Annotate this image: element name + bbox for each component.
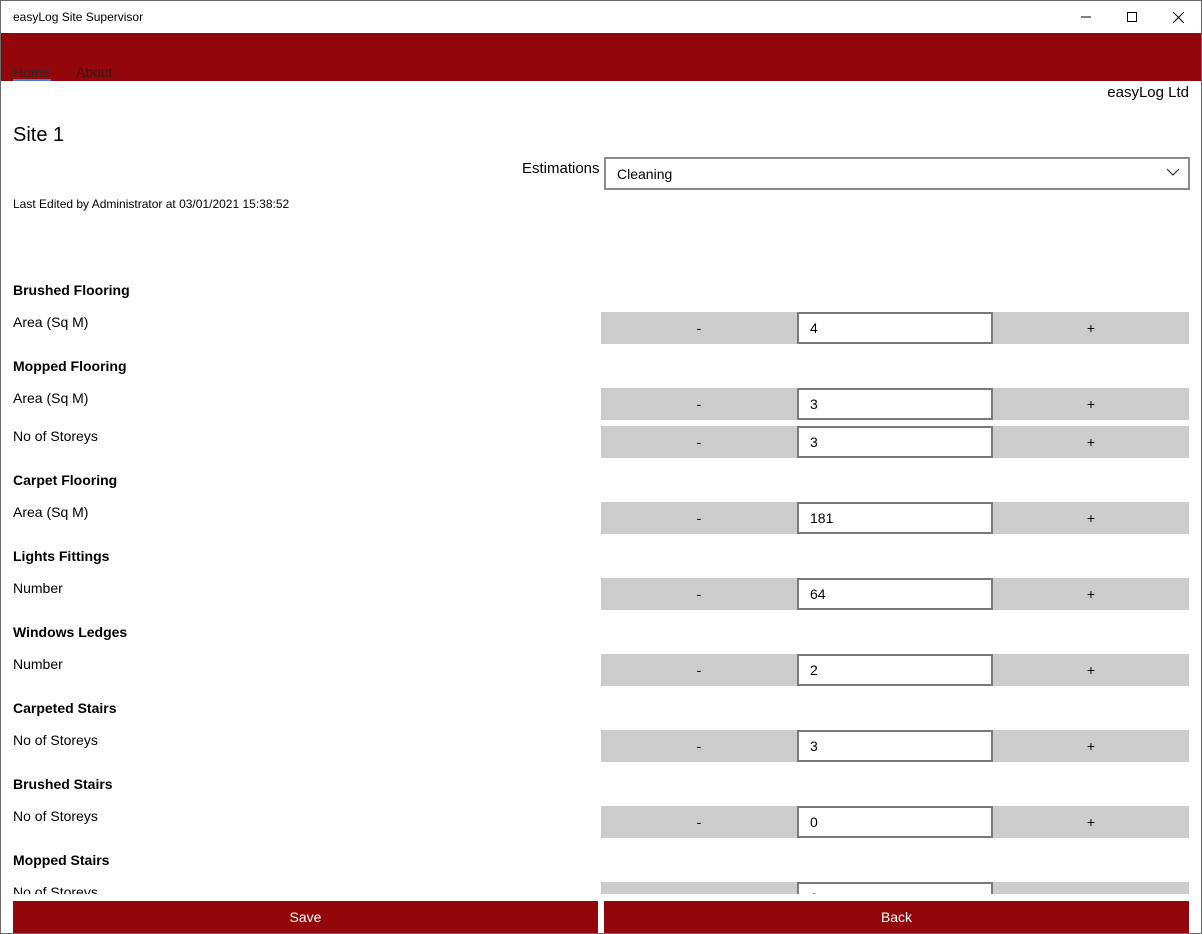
field-label: Number [13, 580, 63, 596]
decrement-button[interactable]: - [601, 578, 797, 610]
increment-button[interactable]: + [993, 654, 1189, 686]
footer-bar: Save Back [1, 894, 1201, 933]
company-name: easyLog Ltd [1107, 84, 1189, 101]
increment-button[interactable]: + [993, 578, 1189, 610]
quantity-stepper: - 3 + [601, 730, 1189, 762]
field-label: No of Storeys [13, 428, 98, 444]
back-button[interactable]: Back [604, 901, 1189, 933]
title-bar: easyLog Site Supervisor [1, 1, 1201, 33]
field-label: Number [13, 656, 63, 672]
quantity-stepper: - 181 + [601, 502, 1189, 534]
field-label: No of Storeys [13, 808, 98, 824]
quantity-stepper: - 64 + [601, 578, 1189, 610]
last-edited-text: Last Edited by Administrator at 03/01/20… [13, 197, 290, 211]
field-label: Area (Sq M) [13, 314, 89, 330]
nav-home[interactable]: Home [13, 64, 50, 80]
decrement-button[interactable]: - [601, 502, 797, 534]
field-label: Area (Sq M) [13, 390, 89, 406]
quantity-input[interactable]: 181 [797, 502, 993, 534]
decrement-button[interactable]: - [601, 426, 797, 458]
increment-button[interactable]: + [993, 730, 1189, 762]
nav-home-underline [13, 79, 51, 81]
maximize-icon [1127, 12, 1137, 22]
increment-button[interactable]: + [993, 312, 1189, 344]
increment-button[interactable]: + [993, 388, 1189, 420]
section-title: Mopped Stairs [13, 852, 110, 868]
increment-button[interactable]: + [993, 426, 1189, 458]
decrement-button[interactable]: - [601, 654, 797, 686]
close-icon [1172, 11, 1184, 23]
quantity-input[interactable]: 0 [797, 806, 993, 838]
estimations-dropdown[interactable]: Cleaning [604, 157, 1190, 190]
quantity-stepper: - 2 + [601, 654, 1189, 686]
window-title: easyLog Site Supervisor [13, 10, 144, 24]
chevron-down-icon [1166, 168, 1180, 176]
quantity-input[interactable]: 64 [797, 578, 993, 610]
estimations-selected-value: Cleaning [617, 166, 673, 182]
decrement-button[interactable]: - [601, 388, 797, 420]
app-window: easyLog Site Supervisor Home About easyL… [0, 0, 1202, 934]
page-title: Site 1 [13, 124, 65, 146]
nav-bar: Home About [1, 33, 1201, 81]
quantity-stepper: - 3 + [601, 426, 1189, 458]
maximize-button[interactable] [1109, 1, 1155, 33]
nav-about[interactable]: About [76, 64, 113, 80]
section-title: Lights Fittings [13, 548, 110, 564]
section-title: Brushed Flooring [13, 282, 130, 298]
section-title: Brushed Stairs [13, 776, 113, 792]
quantity-input[interactable]: 3 [797, 388, 993, 420]
section-title: Mopped Flooring [13, 358, 127, 374]
increment-button[interactable]: + [993, 502, 1189, 534]
minimize-button[interactable] [1063, 1, 1109, 33]
quantity-stepper: - 4 + [601, 312, 1189, 344]
field-label: No of Storeys [13, 732, 98, 748]
estimations-label: Estimations [522, 160, 600, 177]
section-title: Carpeted Stairs [13, 700, 117, 716]
field-label: Area (Sq M) [13, 504, 89, 520]
section-title: Carpet Flooring [13, 472, 118, 488]
decrement-button[interactable]: - [601, 312, 797, 344]
minimize-icon [1081, 16, 1091, 18]
close-button[interactable] [1155, 1, 1201, 33]
increment-button[interactable]: + [993, 806, 1189, 838]
section-title: Windows Ledges [13, 624, 128, 640]
decrement-button[interactable]: - [601, 806, 797, 838]
decrement-button[interactable]: - [601, 730, 797, 762]
quantity-stepper: - 3 + [601, 388, 1189, 420]
save-button[interactable]: Save [13, 901, 598, 933]
quantity-stepper: - 0 + [601, 806, 1189, 838]
quantity-input[interactable]: 2 [797, 654, 993, 686]
quantity-input[interactable]: 4 [797, 312, 993, 344]
quantity-input[interactable]: 3 [797, 730, 993, 762]
quantity-input[interactable]: 3 [797, 426, 993, 458]
